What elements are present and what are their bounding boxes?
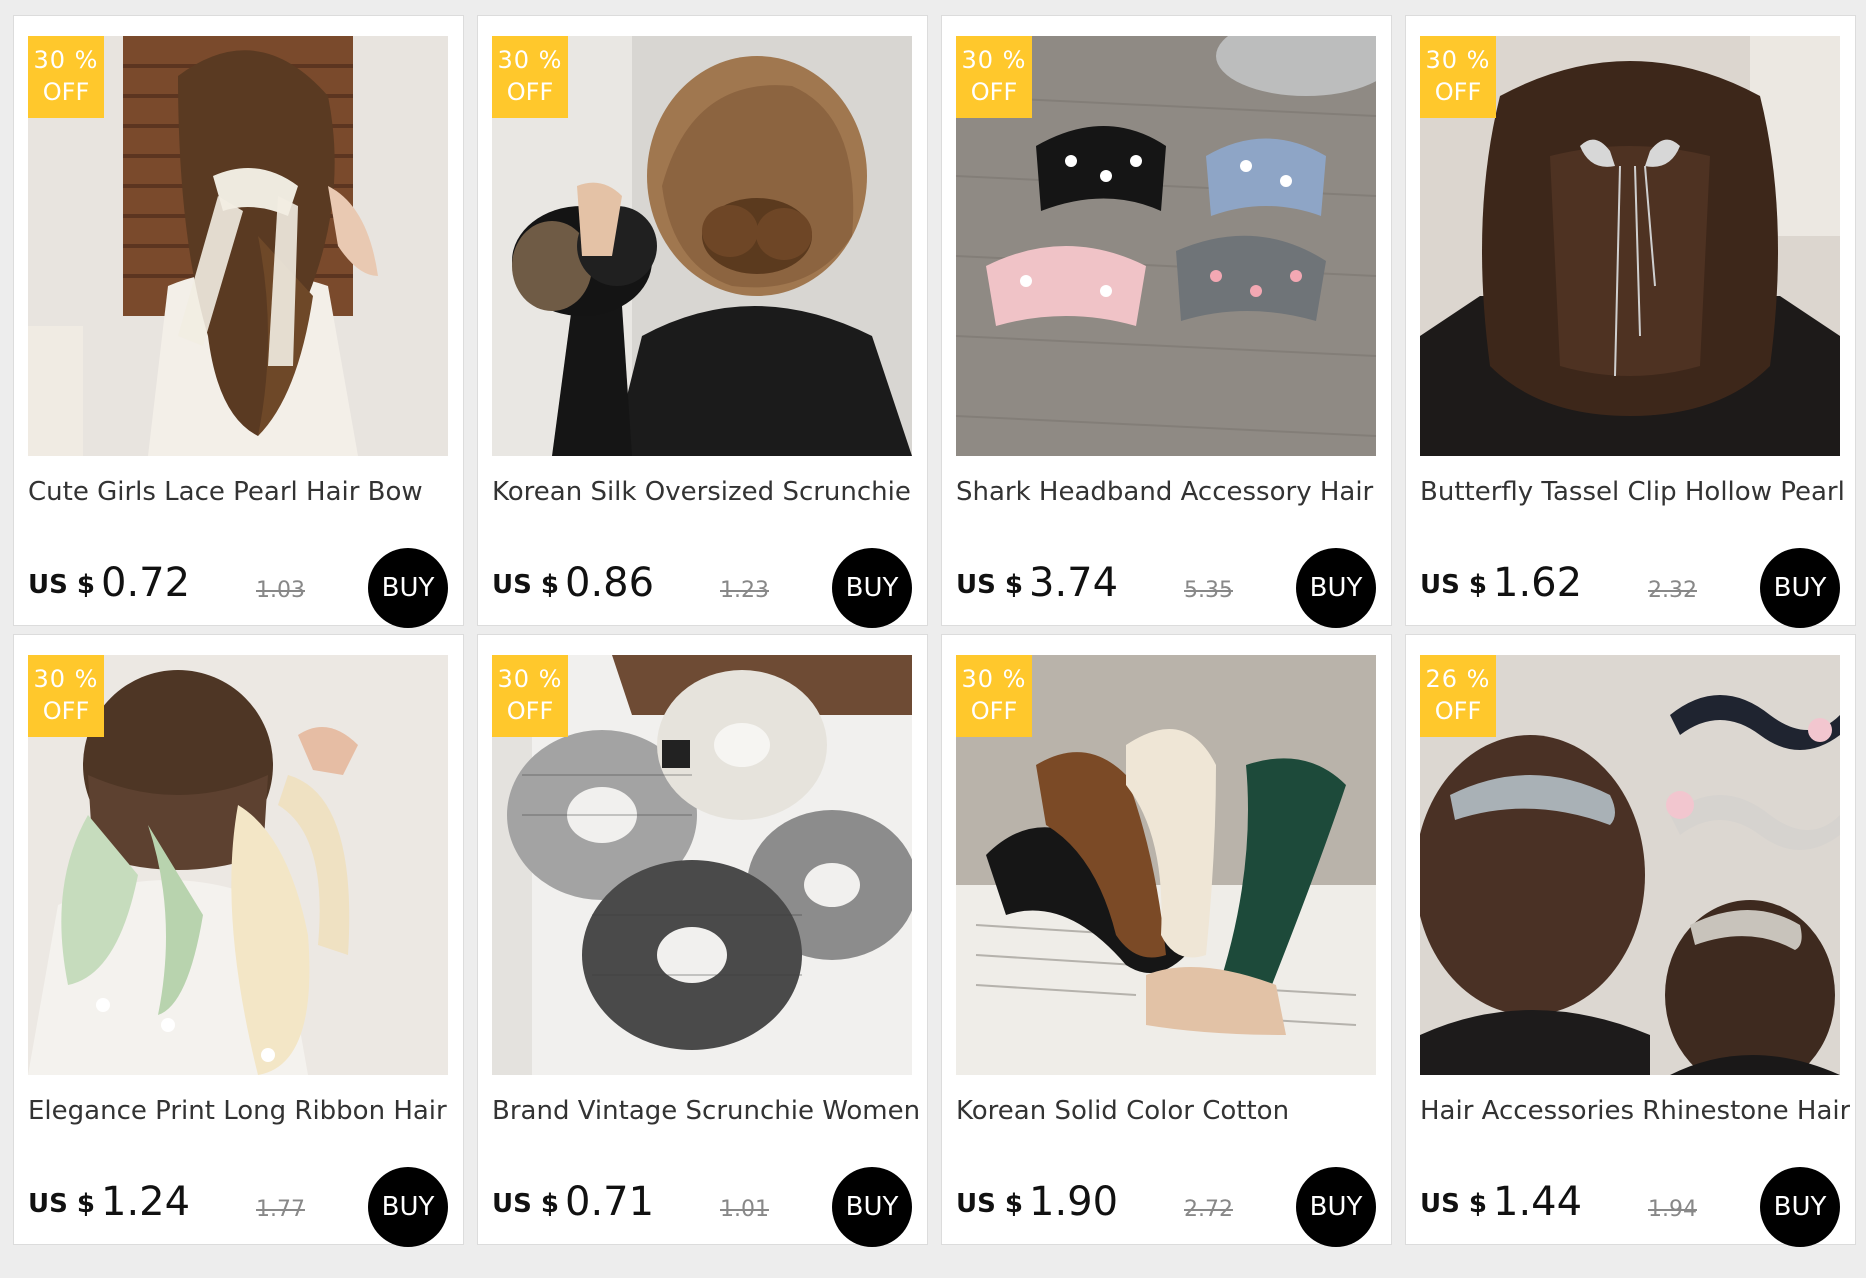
currency-label: US $ [492,1189,559,1219]
product-card[interactable]: 30 % OFF Butterfly Tassel Clip Hollow Pe… [1405,15,1856,628]
buy-button[interactable]: BUY [1296,1167,1376,1247]
discount-badge: 30 % OFF [492,36,568,118]
product-image[interactable]: 30 % OFF [492,36,912,456]
price-row: US $ 1.90 2.72 BUY [956,1165,1376,1247]
discount-badge: 30 % OFF [956,655,1032,737]
discount-off-label: OFF [506,697,554,725]
sale-price: 1.44 [1493,1179,1583,1225]
sale-price: 1.90 [1029,1179,1119,1225]
discount-off-label: OFF [506,78,554,106]
currency-label: US $ [28,1189,95,1219]
discount-percent: 30 % [961,665,1027,693]
discount-badge: 30 % OFF [28,36,104,118]
discount-off-label: OFF [970,697,1018,725]
product-card[interactable]: 30 % OFF Brand Vintage Scrunchie Women U… [477,634,928,1247]
product-card[interactable]: 30 % OFF Cute Girls Lace Pearl Hair Bow … [13,15,464,628]
discount-percent: 26 % [1425,665,1491,693]
sale-price: 3.74 [1029,560,1119,606]
discount-percent: 30 % [33,46,99,74]
discount-percent: 30 % [961,46,1027,74]
price-row: US $ 1.24 1.77 BUY [28,1165,448,1247]
sale-price: 1.62 [1493,560,1583,606]
buy-button[interactable]: BUY [832,1167,912,1247]
original-price: 1.23 [720,578,769,603]
original-price: 1.77 [256,1197,305,1222]
discount-off-label: OFF [970,78,1018,106]
buy-button[interactable]: BUY [832,548,912,628]
product-image[interactable]: 30 % OFF [28,36,448,456]
price-row: US $ 0.72 1.03 BUY [28,546,448,628]
product-title[interactable]: Brand Vintage Scrunchie Women [492,1096,922,1126]
original-price: 5.35 [1184,578,1233,603]
price-row: US $ 1.44 1.94 BUY [1420,1165,1840,1247]
discount-badge: 30 % OFF [28,655,104,737]
discount-percent: 30 % [497,46,563,74]
currency-label: US $ [956,570,1023,600]
discount-badge: 30 % OFF [1420,36,1496,118]
discount-percent: 30 % [33,665,99,693]
product-title[interactable]: Butterfly Tassel Clip Hollow Pearl [1420,477,1850,507]
currency-label: US $ [1420,570,1487,600]
product-image[interactable]: 30 % OFF [492,655,912,1075]
sale-price: 1.24 [101,1179,191,1225]
product-image[interactable]: 30 % OFF [956,655,1376,1075]
buy-button[interactable]: BUY [368,1167,448,1247]
sale-price: 0.71 [565,1179,655,1225]
discount-percent: 30 % [497,665,563,693]
original-price: 1.01 [720,1197,769,1222]
currency-label: US $ [1420,1189,1487,1219]
product-title[interactable]: Korean Silk Oversized Scrunchie [492,477,922,507]
discount-off-label: OFF [1434,697,1482,725]
currency-label: US $ [28,570,95,600]
discount-off-label: OFF [42,697,90,725]
discount-off-label: OFF [1434,78,1482,106]
currency-label: US $ [492,570,559,600]
discount-badge: 26 % OFF [1420,655,1496,737]
sale-price: 0.72 [101,560,191,606]
product-card[interactable]: 30 % OFF Korean Solid Color Cotton US $ … [941,634,1392,1247]
product-title[interactable]: Elegance Print Long Ribbon Hair [28,1096,458,1126]
buy-button[interactable]: BUY [1760,1167,1840,1247]
product-title[interactable]: Cute Girls Lace Pearl Hair Bow [28,477,458,507]
product-image[interactable]: 30 % OFF [956,36,1376,456]
product-title[interactable]: Korean Solid Color Cotton [956,1096,1386,1126]
product-title[interactable]: Hair Accessories Rhinestone Hair [1420,1096,1850,1126]
product-grid: 30 % OFF Cute Girls Lace Pearl Hair Bow … [13,15,1856,1247]
buy-button[interactable]: BUY [368,548,448,628]
product-image[interactable]: 26 % OFF [1420,655,1840,1075]
currency-label: US $ [956,1189,1023,1219]
product-image[interactable]: 30 % OFF [1420,36,1840,456]
product-card[interactable]: 30 % OFF Elegance Print Long Ribbon Hair… [13,634,464,1247]
product-card[interactable]: 26 % OFF Hair Accessories Rhinestone Hai… [1405,634,1856,1247]
price-row: US $ 1.62 2.32 BUY [1420,546,1840,628]
original-price: 1.03 [256,578,305,603]
product-title[interactable]: Shark Headband Accessory Hair [956,477,1386,507]
discount-badge: 30 % OFF [956,36,1032,118]
original-price: 1.94 [1648,1197,1697,1222]
buy-button[interactable]: BUY [1296,548,1376,628]
original-price: 2.32 [1648,578,1697,603]
price-row: US $ 0.86 1.23 BUY [492,546,912,628]
product-image[interactable]: 30 % OFF [28,655,448,1075]
discount-badge: 30 % OFF [492,655,568,737]
sale-price: 0.86 [565,560,655,606]
product-card[interactable]: 30 % OFF Shark Headband Accessory Hair U… [941,15,1392,628]
discount-percent: 30 % [1425,46,1491,74]
price-row: US $ 0.71 1.01 BUY [492,1165,912,1247]
price-row: US $ 3.74 5.35 BUY [956,546,1376,628]
discount-off-label: OFF [42,78,90,106]
original-price: 2.72 [1184,1197,1233,1222]
buy-button[interactable]: BUY [1760,548,1840,628]
product-card[interactable]: 30 % OFF Korean Silk Oversized Scrunchie… [477,15,928,628]
